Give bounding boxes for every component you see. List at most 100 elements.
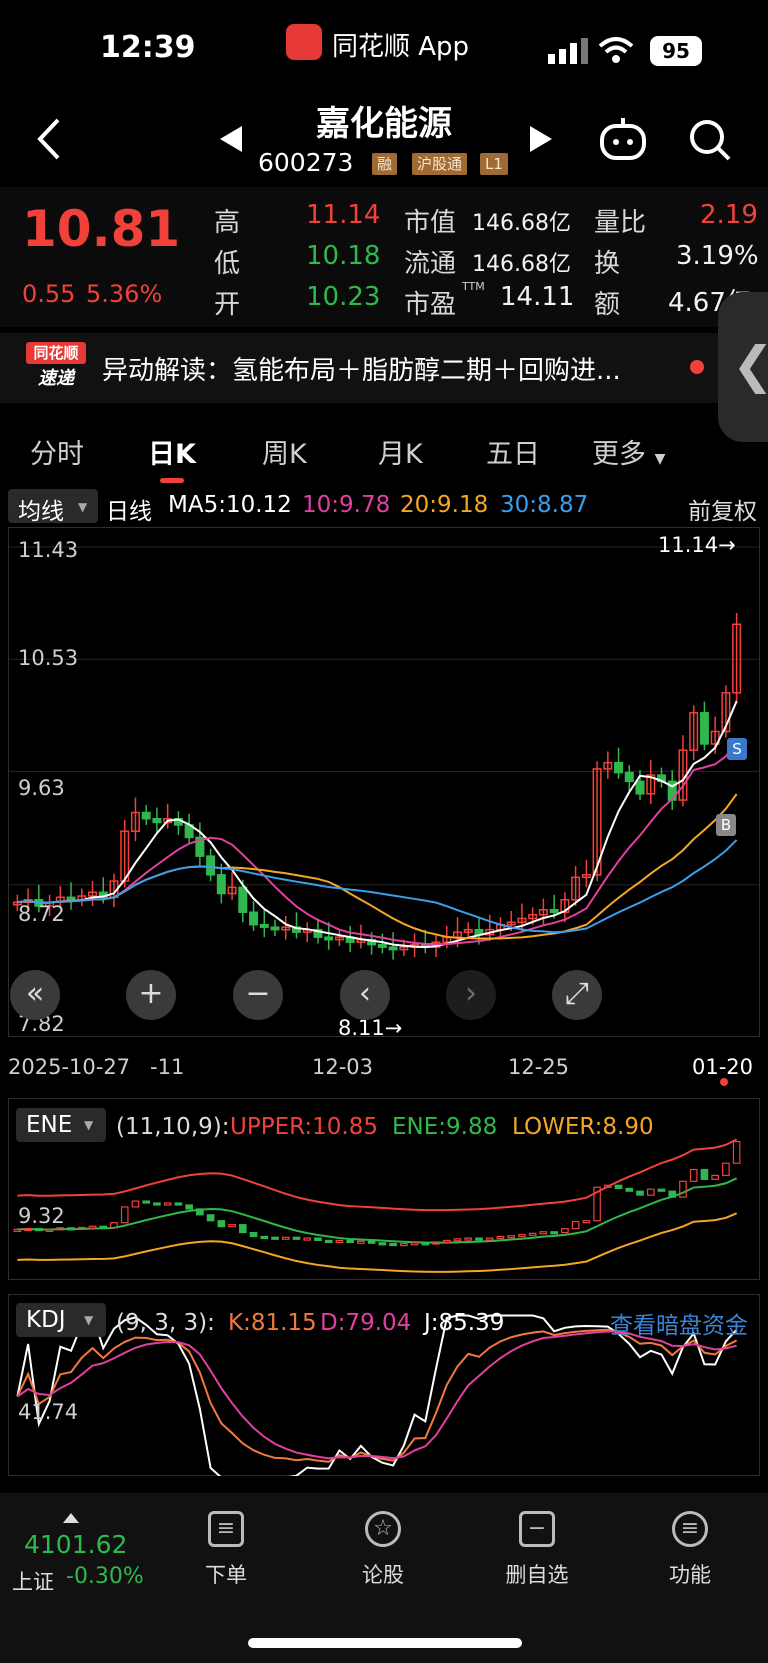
candle-body xyxy=(388,946,398,951)
ene-candle xyxy=(528,1232,537,1236)
ene-candle xyxy=(346,1239,354,1244)
caret-down-icon: ▼ xyxy=(654,451,666,467)
ene-candle xyxy=(314,1237,322,1242)
ene-mid: ENE:9.88 xyxy=(392,1114,498,1140)
news-logo-sub: 速递 xyxy=(38,368,74,389)
vol-ratio-value: 2.19 xyxy=(700,200,758,230)
status-app-name: 同花顺 App xyxy=(332,32,470,62)
ene-candle xyxy=(668,1190,677,1198)
ene-candle xyxy=(292,1236,301,1240)
scroll-left-icon[interactable]: ‹ xyxy=(340,970,390,1020)
next-stock-icon[interactable] xyxy=(528,124,554,154)
amount-label: 额 xyxy=(594,290,621,320)
candle-body xyxy=(249,911,259,926)
ene-upper: UPPER:10.85 xyxy=(230,1114,378,1140)
ene-lower: LOWER:8.90 xyxy=(512,1114,654,1140)
price-axis-label: 9.63 xyxy=(18,776,65,800)
signal-icon xyxy=(548,38,588,64)
tab-intraday[interactable]: 分时 xyxy=(30,432,84,471)
tab-daily-k[interactable]: 日K xyxy=(148,432,196,471)
tab-monthly-k[interactable]: 月K xyxy=(378,432,423,471)
search-icon[interactable] xyxy=(688,118,732,162)
ma30-value: 30:8.87 xyxy=(500,492,589,518)
ene-candle xyxy=(464,1237,473,1241)
kdj-selector-label: KDJ xyxy=(26,1307,66,1333)
buy-signal-badge[interactable]: B xyxy=(716,814,736,836)
ene-candle xyxy=(185,1204,193,1210)
candle-body xyxy=(66,896,76,901)
kdj-d-line xyxy=(16,1330,737,1460)
sell-signal-badge[interactable]: S xyxy=(727,738,747,760)
ene-candle xyxy=(582,1220,591,1224)
ene-candle xyxy=(700,1168,709,1180)
fullscreen-icon[interactable]: ⤢ xyxy=(552,970,602,1020)
side-drawer-handle[interactable]: ❮ xyxy=(718,292,768,442)
tab-weekly-k[interactable]: 周K xyxy=(262,432,307,471)
ene-candle xyxy=(99,1225,108,1229)
ene-candle xyxy=(421,1242,430,1246)
caret-down-icon: ▼ xyxy=(78,500,88,514)
dark-pool-link[interactable]: 查看暗盘资金 xyxy=(610,1306,748,1340)
mcap-value: 146.68亿 xyxy=(472,211,571,236)
candle-body xyxy=(624,771,634,783)
ene-candle xyxy=(206,1214,215,1222)
candle-body xyxy=(549,908,559,913)
ene-candle xyxy=(442,1239,451,1244)
rewind-icon[interactable]: « xyxy=(10,970,60,1020)
nav-functions-label: 功能 xyxy=(669,1563,711,1587)
tag-stock-connect: 沪股通 xyxy=(412,153,468,175)
ene-candle xyxy=(120,1206,129,1224)
candle-body xyxy=(377,943,387,948)
ene-candle xyxy=(475,1237,483,1241)
ene-candle xyxy=(131,1200,140,1208)
ene-candle xyxy=(550,1231,558,1235)
discuss-star-icon: ☆ xyxy=(365,1511,401,1547)
ene-candle xyxy=(496,1235,505,1240)
high-value: 11.14 xyxy=(306,200,381,230)
kdj-params: (9, 3, 3): xyxy=(116,1310,215,1336)
index-name: 上证 xyxy=(12,1570,54,1594)
news-logo: 同花顺 xyxy=(26,342,86,364)
ene-candle xyxy=(518,1233,526,1238)
candle-body xyxy=(216,874,226,895)
ene-candle xyxy=(335,1239,344,1244)
ene-params: (11,10,9): xyxy=(116,1114,230,1140)
ene-candle xyxy=(614,1184,623,1190)
caret-down-icon: ▼ xyxy=(84,1313,94,1327)
robot-assistant-icon[interactable] xyxy=(598,114,648,164)
ma10-value: 10:9.78 xyxy=(302,492,391,518)
tab-more[interactable]: 更多 ▼ xyxy=(592,432,665,471)
zoom-out-icon[interactable]: − xyxy=(233,970,283,1020)
price-change: 0.55 xyxy=(22,280,76,308)
adjust-mode[interactable]: 前复权 xyxy=(688,492,757,526)
index-value[interactable]: 4101.62 xyxy=(24,1530,127,1559)
kline-chart xyxy=(8,546,760,960)
ene-candle xyxy=(571,1220,580,1230)
ene-candle xyxy=(539,1231,548,1235)
ma-selector-label: 均线 xyxy=(18,499,64,525)
tag-margin: 融 xyxy=(372,153,398,175)
scroll-right-icon[interactable]: › xyxy=(446,970,496,1020)
ma5-value: MA5:10.12 xyxy=(168,492,292,518)
candle-body xyxy=(238,886,248,913)
news-headline[interactable]: 异动解读：氢能布局＋脂肪醇二期＋回购进... xyxy=(102,350,621,387)
ene-candle xyxy=(35,1228,43,1232)
candle-body xyxy=(259,923,269,928)
ene-candle xyxy=(142,1200,151,1204)
mcap-label: 市值 xyxy=(404,208,457,238)
ene-candle xyxy=(453,1238,462,1242)
candle-body xyxy=(635,780,645,795)
zoom-in-icon[interactable]: + xyxy=(126,970,176,1020)
ene-candle xyxy=(67,1227,75,1231)
date-label: 12-25 xyxy=(508,1055,570,1079)
ene-candle xyxy=(88,1225,97,1229)
ene-candle xyxy=(260,1235,269,1240)
caret-down-icon: ▼ xyxy=(84,1118,94,1132)
ene-candle xyxy=(378,1242,387,1246)
ene-candle xyxy=(238,1224,247,1234)
tab-five-day[interactable]: 五日 xyxy=(486,432,540,471)
ene-candle xyxy=(174,1202,183,1206)
vol-ratio-label: 量比 xyxy=(594,208,647,238)
ene-candle xyxy=(507,1235,516,1239)
stock-name: 嘉化能源 xyxy=(316,104,452,144)
